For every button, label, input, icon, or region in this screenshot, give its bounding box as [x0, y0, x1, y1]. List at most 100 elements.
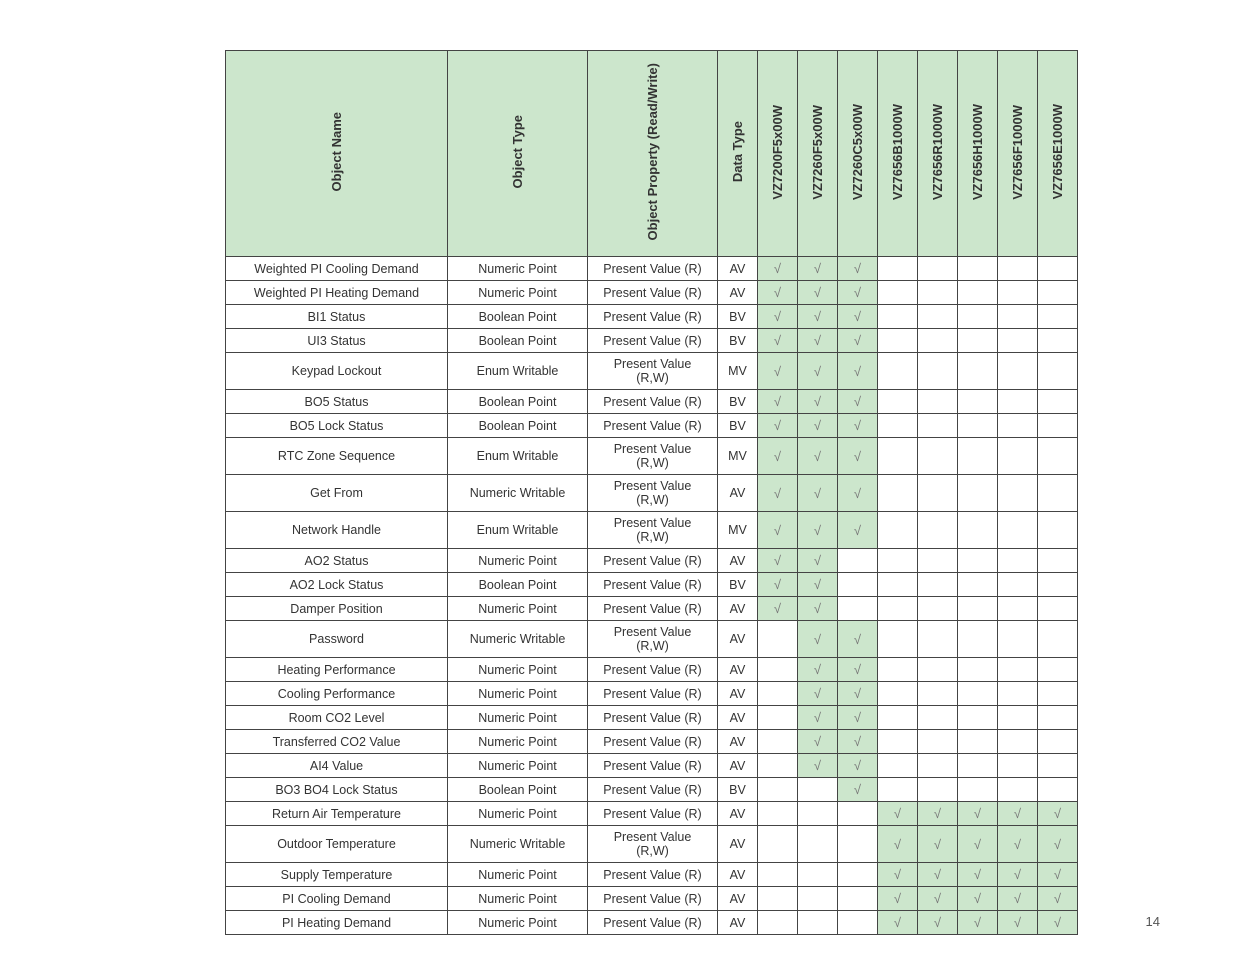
cell-mark: √	[758, 512, 798, 549]
cell-mark: √	[798, 438, 838, 475]
cell-mark	[1038, 329, 1078, 353]
cell-mark	[878, 706, 918, 730]
cell-mark	[758, 754, 798, 778]
header-model: VZ7656B1000W	[878, 51, 918, 257]
cell-mark	[958, 305, 998, 329]
cell-mark	[758, 887, 798, 911]
cell-data-type: AV	[718, 475, 758, 512]
cell-mark	[878, 621, 918, 658]
cell-mark	[918, 414, 958, 438]
table-row: Network HandleEnum WritablePresent Value…	[226, 512, 1078, 549]
cell-mark	[798, 802, 838, 826]
cell-data-type: AV	[718, 863, 758, 887]
cell-mark	[958, 438, 998, 475]
header-model: VZ7656E1000W	[1038, 51, 1078, 257]
cell-mark: √	[838, 706, 878, 730]
cell-mark	[1038, 706, 1078, 730]
header-model: VZ7200F5x00W	[758, 51, 798, 257]
cell-mark	[958, 597, 998, 621]
cell-mark: √	[918, 863, 958, 887]
cell-mark	[1038, 281, 1078, 305]
cell-object-name: AI4 Value	[226, 754, 448, 778]
cell-mark: √	[758, 257, 798, 281]
cell-mark	[918, 305, 958, 329]
cell-object-type: Boolean Point	[448, 329, 588, 353]
cell-mark	[758, 730, 798, 754]
cell-mark	[918, 281, 958, 305]
cell-mark	[958, 390, 998, 414]
cell-data-type: AV	[718, 802, 758, 826]
cell-mark: √	[838, 281, 878, 305]
cell-object-type: Enum Writable	[448, 512, 588, 549]
cell-mark	[878, 281, 918, 305]
cell-object-type: Boolean Point	[448, 305, 588, 329]
cell-object-type: Numeric Point	[448, 658, 588, 682]
table-row: AO2 Lock StatusBoolean PointPresent Valu…	[226, 573, 1078, 597]
cell-object-type: Numeric Point	[448, 706, 588, 730]
cell-mark: √	[838, 512, 878, 549]
cell-data-type: AV	[718, 658, 758, 682]
cell-mark	[998, 438, 1038, 475]
cell-object-type: Numeric Point	[448, 597, 588, 621]
cell-object-name: Network Handle	[226, 512, 448, 549]
cell-mark	[878, 257, 918, 281]
cell-mark	[878, 730, 918, 754]
cell-object-property: Present Value(R,W)	[588, 826, 718, 863]
cell-mark: √	[798, 305, 838, 329]
cell-object-property: Present Value(R,W)	[588, 512, 718, 549]
cell-data-type: MV	[718, 353, 758, 390]
cell-mark: √	[798, 475, 838, 512]
cell-mark: √	[758, 329, 798, 353]
cell-mark	[878, 414, 918, 438]
cell-object-name: PI Cooling Demand	[226, 887, 448, 911]
cell-data-type: BV	[718, 390, 758, 414]
cell-mark: √	[1038, 826, 1078, 863]
cell-object-property: Present Value (R)	[588, 257, 718, 281]
cell-data-type: AV	[718, 549, 758, 573]
table-row: Weighted PI Heating DemandNumeric PointP…	[226, 281, 1078, 305]
cell-mark: √	[838, 621, 878, 658]
cell-data-type: AV	[718, 911, 758, 935]
cell-object-name: BI1 Status	[226, 305, 448, 329]
cell-object-type: Numeric Writable	[448, 621, 588, 658]
header-object-property: Object Property (Read/Write)	[588, 51, 718, 257]
cell-mark: √	[798, 549, 838, 573]
cell-object-name: Weighted PI Heating Demand	[226, 281, 448, 305]
cell-object-type: Numeric Point	[448, 281, 588, 305]
cell-object-name: BO5 Status	[226, 390, 448, 414]
cell-mark: √	[998, 802, 1038, 826]
cell-object-name: Weighted PI Cooling Demand	[226, 257, 448, 281]
cell-mark	[998, 305, 1038, 329]
cell-mark	[758, 621, 798, 658]
cell-mark	[878, 438, 918, 475]
cell-mark: √	[1038, 863, 1078, 887]
cell-mark	[1038, 549, 1078, 573]
cell-mark	[998, 475, 1038, 512]
cell-mark: √	[758, 305, 798, 329]
table-row: PI Heating DemandNumeric PointPresent Va…	[226, 911, 1078, 935]
cell-data-type: AV	[718, 730, 758, 754]
cell-object-property: Present Value (R)	[588, 887, 718, 911]
cell-mark: √	[758, 475, 798, 512]
cell-mark: √	[758, 549, 798, 573]
cell-object-type: Numeric Point	[448, 754, 588, 778]
cell-mark: √	[838, 682, 878, 706]
cell-mark	[918, 549, 958, 573]
cell-mark: √	[758, 353, 798, 390]
cell-data-type: AV	[718, 754, 758, 778]
cell-object-name: Cooling Performance	[226, 682, 448, 706]
cell-mark: √	[958, 887, 998, 911]
cell-mark	[878, 329, 918, 353]
cell-data-type: BV	[718, 305, 758, 329]
cell-mark	[758, 826, 798, 863]
cell-object-name: Heating Performance	[226, 658, 448, 682]
cell-mark: √	[798, 353, 838, 390]
cell-object-property: Present Value(R,W)	[588, 475, 718, 512]
cell-object-property: Present Value(R,W)	[588, 353, 718, 390]
cell-object-property: Present Value (R)	[588, 305, 718, 329]
table-row: Damper PositionNumeric PointPresent Valu…	[226, 597, 1078, 621]
cell-object-type: Boolean Point	[448, 778, 588, 802]
cell-mark	[918, 682, 958, 706]
cell-object-type: Numeric Point	[448, 802, 588, 826]
cell-mark	[878, 475, 918, 512]
